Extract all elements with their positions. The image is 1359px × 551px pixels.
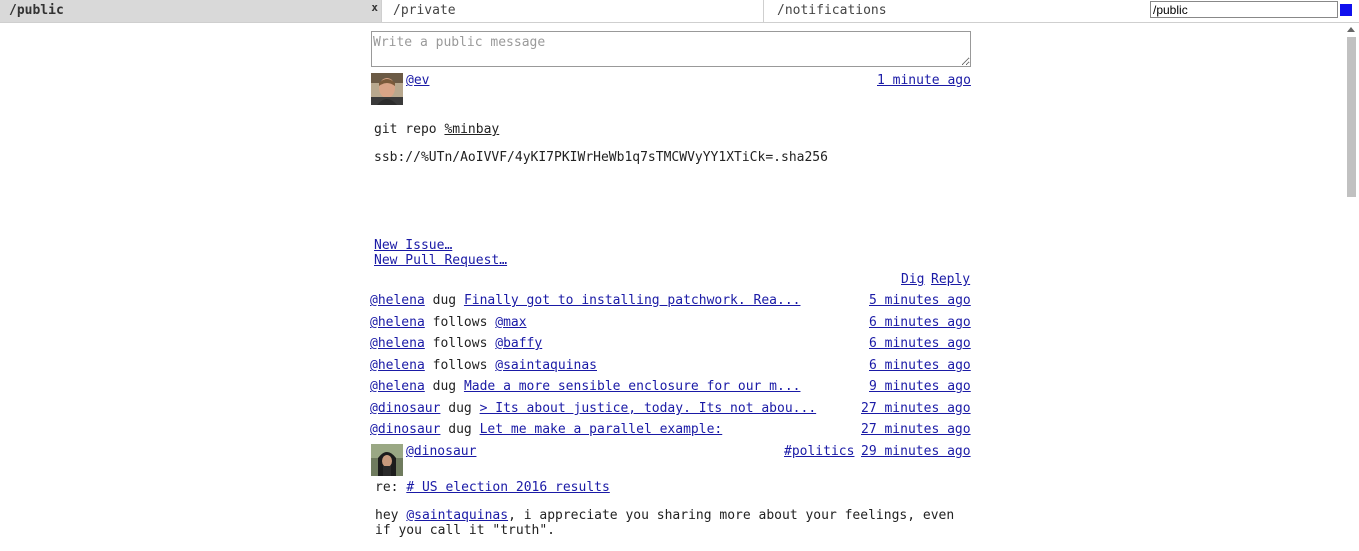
dig-button[interactable]: Dig — [901, 272, 924, 287]
activity-row: @helena dug Made a more sensible enclosu… — [370, 379, 800, 394]
activity-time-link[interactable]: 6 minutes ago — [869, 358, 971, 373]
reply-button[interactable]: Reply — [931, 272, 970, 287]
post2-reply-to: re: # US election 2016 results — [375, 480, 610, 495]
activity-row: @dinosaur dug > Its about justice, today… — [370, 401, 816, 416]
status-indicator[interactable] — [1340, 4, 1352, 16]
compose-message-input[interactable] — [371, 31, 971, 67]
tab-notifications-label: /notifications — [777, 3, 887, 18]
activity-user-link[interactable]: @helena — [370, 293, 425, 308]
scrollbar-thumb[interactable] — [1347, 37, 1356, 197]
activity-user-link[interactable]: @helena — [370, 315, 425, 330]
activity-time-link[interactable]: 6 minutes ago — [869, 336, 971, 351]
activity-target-link[interactable]: @max — [495, 315, 526, 330]
tab-bar: /public x /private /notifications — [0, 0, 1359, 23]
activity-user-link[interactable]: @helena — [370, 358, 425, 373]
activity-user-link[interactable]: @helena — [370, 379, 425, 394]
activity-row: @helena follows @saintaquinas — [370, 358, 597, 373]
new-issue-link[interactable]: New Issue… — [374, 238, 452, 253]
activity-target-link[interactable]: Finally got to installing patchwork. Rea… — [464, 293, 801, 308]
post2-body-line2: if you call it "truth". — [375, 523, 556, 538]
scroll-up-arrow-icon[interactable] — [1347, 27, 1355, 32]
post2-timestamp-link[interactable]: 29 minutes ago — [861, 444, 971, 459]
tab-notifications[interactable]: /notifications — [763, 0, 1150, 22]
new-pull-request-link[interactable]: New Pull Request… — [374, 253, 507, 268]
post1-ssb-url: ssb://%UTn/AoIVVF/4yKI7PKIWrHeWb1q7sTMCW… — [374, 150, 828, 165]
avatar-dinosaur[interactable] — [371, 444, 403, 476]
activity-row: @helena follows @max — [370, 315, 527, 330]
activity-verb: follows — [432, 358, 488, 373]
post1-title: git repo %minbay — [374, 122, 499, 137]
post1-author-link[interactable]: @ev — [406, 73, 429, 88]
channel-link[interactable]: #politics — [784, 444, 854, 459]
activity-user-link[interactable]: @dinosaur — [370, 401, 440, 416]
post2-body-line1: hey @saintaquinas, i appreciate you shar… — [375, 508, 954, 523]
post2-body-rest: , i appreciate you sharing more about yo… — [508, 508, 955, 523]
activity-row: @dinosaur dug Let me make a parallel exa… — [370, 422, 722, 437]
reply-to-link[interactable]: # US election 2016 results — [406, 480, 610, 495]
activity-verb: follows — [432, 336, 488, 351]
activity-verb: dug — [448, 422, 472, 437]
scrollbar[interactable] — [1343, 23, 1359, 551]
mention-link[interactable]: @saintaquinas — [406, 508, 508, 523]
repo-link[interactable]: %minbay — [444, 122, 499, 137]
activity-target-link[interactable]: @baffy — [495, 336, 542, 351]
activity-row: @helena dug Finally got to installing pa… — [370, 293, 800, 308]
tab-private-label: /private — [393, 3, 456, 18]
activity-verb: dug — [448, 401, 472, 416]
activity-verb: dug — [432, 293, 457, 308]
tab-public-label: /public — [9, 3, 64, 18]
activity-target-link[interactable]: Made a more sensible enclosure for our m… — [464, 379, 801, 394]
activity-time-link[interactable]: 9 minutes ago — [869, 379, 971, 394]
avatar-ev[interactable] — [371, 73, 403, 105]
activity-time-link[interactable]: 27 minutes ago — [861, 401, 971, 416]
activity-time-link[interactable]: 27 minutes ago — [861, 422, 971, 437]
activity-time-link[interactable]: 5 minutes ago — [869, 293, 971, 308]
activity-target-link[interactable]: > Its about justice, today. Its not abou… — [480, 401, 817, 416]
activity-verb: dug — [432, 379, 457, 394]
activity-verb: follows — [432, 315, 488, 330]
close-tab-button[interactable]: x — [371, 0, 378, 18]
activity-time-link[interactable]: 6 minutes ago — [869, 315, 971, 330]
post1-prefix: git repo — [374, 122, 445, 137]
tab-public[interactable]: /public x — [0, 0, 381, 22]
activity-target-link[interactable]: @saintaquinas — [495, 358, 597, 373]
post2-body-prefix: hey — [375, 508, 407, 523]
activity-user-link[interactable]: @helena — [370, 336, 425, 351]
activity-target-link[interactable]: Let me make a parallel example: — [480, 422, 723, 437]
post2-author-link[interactable]: @dinosaur — [406, 444, 476, 459]
tab-private[interactable]: /private — [381, 0, 763, 22]
activity-user-link[interactable]: @dinosaur — [370, 422, 440, 437]
post1-timestamp-link[interactable]: 1 minute ago — [877, 73, 971, 88]
reply-prefix: re: — [375, 480, 407, 495]
activity-row: @helena follows @baffy — [370, 336, 542, 351]
address-input[interactable] — [1150, 1, 1338, 18]
